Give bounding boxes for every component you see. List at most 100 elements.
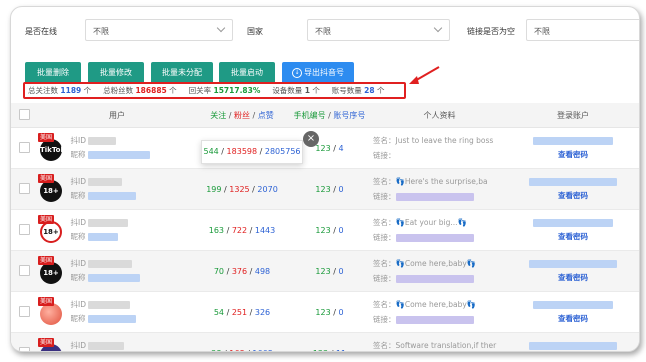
account-table: 用户 关注 / 粉丝 / 点赞 手机编号 / 账号序号 个人资料 登录账户 Ti…	[11, 103, 639, 352]
link-empty-filter-select[interactable]: 不限	[526, 19, 639, 41]
col-fans: 粉丝	[234, 110, 250, 120]
follow-count: 163	[208, 225, 225, 235]
device-count-unit: 个	[312, 86, 320, 95]
col-login: 登录账户	[507, 103, 639, 128]
select-all-checkbox[interactable]	[18, 108, 30, 120]
phone-number: 123	[315, 143, 331, 153]
user-cell: 18+ 美国 抖ID 昵称	[37, 209, 197, 251]
nickname-label: 昵称	[70, 232, 86, 241]
country-filter-value: 不限	[315, 27, 331, 36]
summary-stats: 总关注数 1189 个 总粉丝数 186885 个 回关率 15717.83% …	[23, 82, 406, 99]
table-row: 18+ 美国 抖ID 昵称 70 / 376 / 498 123 / 0 签名：…	[11, 250, 639, 292]
view-password-link[interactable]: 查看密码	[558, 232, 588, 241]
row-checkbox[interactable]	[18, 141, 30, 153]
device-count-label: 设备数量	[272, 86, 303, 95]
batch-delete-button[interactable]: 批量删除	[25, 62, 81, 84]
country-filter-label: 国家	[247, 27, 263, 36]
batch-edit-button[interactable]: 批量修改	[88, 62, 144, 84]
avatar: 18+ 美国	[38, 174, 68, 204]
filter-bar: 是否在线 不限 国家 不限 链接是否为空 不限	[11, 19, 639, 43]
batch-start-button[interactable]: 批量启动	[219, 62, 275, 84]
view-password-link[interactable]: 查看密码	[558, 150, 588, 159]
batch-unassign-button[interactable]: 批量未分配	[151, 62, 213, 84]
login-cell: 查看密码	[507, 291, 639, 333]
link-label: 链接：	[373, 315, 396, 324]
link-redacted	[395, 193, 474, 201]
popover-fans: 183598	[226, 147, 258, 156]
account-count-label: 账号数量	[331, 86, 362, 95]
user-cell: TikTok 美国 抖ID 昵称	[37, 127, 197, 169]
phone-number: 123	[315, 225, 331, 235]
id-label: 抖ID	[70, 341, 87, 350]
follow-count: 199	[206, 184, 222, 194]
online-filter-select[interactable]: 不限	[85, 19, 233, 41]
table-header-row: 用户 关注 / 粉丝 / 点赞 手机编号 / 账号序号 个人资料 登录账户	[11, 103, 639, 128]
row-checkbox[interactable]	[18, 182, 30, 194]
link-label: 链接：	[373, 233, 396, 242]
view-password-link[interactable]: 查看密码	[558, 273, 588, 282]
table-row: TikTok 美国 抖ID 昵称 123 / 4 签名：Just to leav…	[11, 127, 639, 169]
country-tag: 美国	[38, 133, 55, 142]
row-select-cell	[11, 250, 37, 292]
fans-total-value: 186885	[135, 86, 167, 95]
follow-total-value: 1189	[60, 86, 82, 95]
phone-cell: 123 / 0	[287, 291, 372, 333]
id-redacted	[88, 137, 117, 145]
signature-text: 👣Come here,baby👣	[395, 259, 477, 268]
user-cell: 18+ 美国 抖ID 昵称	[37, 250, 197, 292]
follow-back-ratio-value: 15717.83%	[213, 86, 261, 95]
login-cell: 查看密码	[507, 209, 639, 251]
country-filter-select[interactable]: 不限	[307, 19, 450, 41]
login-account-redacted	[529, 177, 617, 186]
export-button[interactable]: ↓ 导出抖音号	[282, 62, 354, 84]
view-password-link[interactable]: 查看密码	[558, 191, 588, 200]
account-seq: 0	[338, 307, 344, 317]
link-redacted	[395, 234, 474, 242]
chevron-down-icon	[433, 23, 443, 33]
user-info: 抖ID 昵称	[71, 257, 140, 285]
chevron-down-icon	[216, 23, 226, 33]
col-likes: 点赞	[257, 110, 274, 120]
online-filter-value: 不限	[93, 27, 109, 36]
sign-label: 签名：	[373, 136, 396, 145]
col-phone-no: 手机编号	[293, 110, 326, 120]
signature-text: Software translation,if ther	[395, 341, 497, 350]
row-checkbox[interactable]	[18, 223, 30, 235]
country-tag: 美国	[38, 215, 55, 224]
stats-cell: 54 / 251 / 326	[197, 291, 287, 333]
follow-back-ratio-label: 回关率	[188, 86, 212, 95]
row-select-cell	[11, 332, 37, 351]
link-redacted	[395, 316, 474, 324]
country-tag: 美国	[38, 174, 55, 183]
login-account-redacted	[529, 341, 617, 350]
view-password-link[interactable]: 查看密码	[558, 314, 588, 323]
phone-number: 123	[315, 184, 331, 194]
close-icon[interactable]: ×	[303, 131, 319, 147]
link-empty-filter-label: 链接是否为空	[467, 27, 515, 36]
row-select-cell	[11, 127, 37, 169]
country-tag: 美国	[38, 256, 55, 265]
id-redacted	[88, 260, 133, 268]
account-seq: 11	[336, 349, 346, 352]
account-seq: 0	[338, 225, 344, 235]
id-label: 抖ID	[70, 300, 87, 309]
sign-label: 签名：	[373, 341, 396, 350]
signature-text: Just to leave the ring boss	[395, 136, 494, 145]
phone-number: 123	[315, 266, 331, 276]
profile-cell: 签名：Software translation,if ther 链接：	[372, 332, 507, 351]
profile-cell: 签名：👣Eat your big...👣 链接：	[372, 209, 507, 251]
fans-count: 376	[231, 266, 248, 276]
profile-cell: 签名：👣Here's the surprise,ba 链接：	[372, 168, 507, 210]
row-checkbox[interactable]	[18, 264, 30, 276]
row-checkbox[interactable]	[18, 305, 30, 317]
stats-popover: 544 / 183598 / 2805756	[201, 140, 303, 164]
likes-count: 326	[254, 307, 271, 317]
fans-total-unit: 个	[169, 86, 177, 95]
avatar: 美国	[38, 338, 68, 351]
follow-count: 54	[213, 307, 225, 317]
account-seq: 0	[338, 266, 344, 276]
row-checkbox[interactable]	[18, 346, 30, 351]
nickname-redacted	[87, 151, 150, 159]
popover-follow: 544	[203, 147, 219, 156]
select-all-cell	[11, 103, 37, 128]
